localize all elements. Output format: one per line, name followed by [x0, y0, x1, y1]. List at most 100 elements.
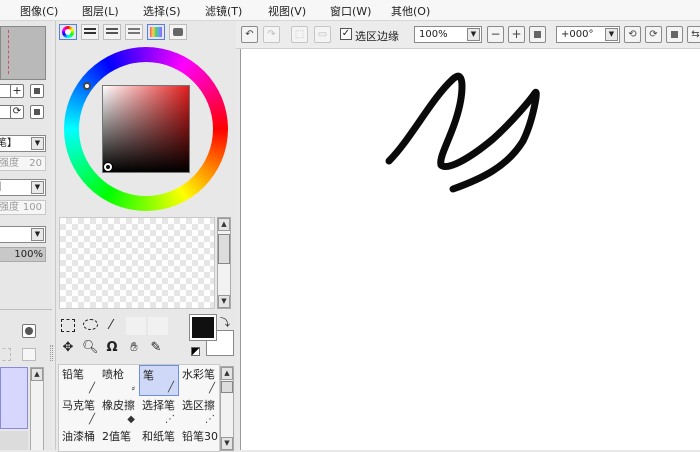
brush-cell-binary-pen[interactable]: 2值笔	[99, 427, 139, 451]
rgb-slider-tab[interactable]	[81, 24, 99, 40]
scroll-thumb[interactable]	[218, 234, 230, 264]
brush-cell-eraser[interactable]: 橡皮擦 ◆	[99, 396, 139, 427]
deselect-button[interactable]: ⬚	[291, 26, 308, 43]
chevron-down-icon: ▼	[31, 137, 44, 150]
eyedropper-icon[interactable]: ✎	[148, 340, 164, 356]
layer-thumbnail[interactable]	[0, 431, 28, 450]
brush-label: 铅笔30	[182, 430, 218, 443]
navigator-reset-button[interactable]	[30, 84, 44, 98]
zoom-combo[interactable]: 100% ▼	[414, 26, 482, 43]
navigator-flip-button[interactable]	[30, 105, 44, 119]
menu-select[interactable]: 选择(S)	[143, 3, 181, 19]
zoom-in-button[interactable]: +	[10, 84, 24, 98]
brush-label: 铅笔	[62, 368, 84, 381]
brush-cell-pencil[interactable]: 铅笔 ╱	[59, 365, 99, 396]
scroll-up-icon[interactable]: ▲	[218, 218, 230, 231]
layer-opacity-slider[interactable]: 100%	[0, 247, 46, 262]
redo-button[interactable]: ↷	[263, 26, 280, 43]
scratchpad-icon	[173, 28, 183, 36]
scratchpad-scrollbar[interactable]: ▲ ▼	[217, 217, 231, 309]
selection-edge-checkbox[interactable]: ✓	[340, 28, 352, 40]
layer-list-scrollbar[interactable]: ▲	[30, 367, 44, 450]
rotation-reset-button[interactable]	[666, 26, 683, 43]
brush-label: 和纸笔	[142, 430, 175, 443]
drawing-canvas[interactable]	[240, 49, 700, 450]
swatches-tab[interactable]	[147, 24, 165, 40]
menu-view[interactable]: 视图(V)	[268, 3, 306, 19]
panel-splitter[interactable]	[50, 345, 53, 361]
color-panel: ▲ ▼ ⁄ ✥ 🔍︎ Ω ✋︎ ✎ ⤵ 铅笔 ╱ 喷枪 ⸗ 笔 ╱ 水彩笔 ╱	[55, 21, 236, 452]
hsv-sliders-icon	[106, 28, 118, 36]
eraser-icon: ◆	[127, 414, 135, 425]
hue-picker-handle[interactable]	[83, 82, 91, 90]
move-icon[interactable]: ✥	[60, 340, 76, 356]
layer-mask-icon[interactable]	[0, 348, 11, 361]
rgb-sliders-icon	[84, 28, 96, 36]
menu-layer[interactable]: 图层(L)	[82, 3, 119, 19]
color-mixer-tab[interactable]	[125, 24, 143, 40]
select-eraser-icon: ⋰	[205, 414, 215, 425]
rect-select-icon[interactable]	[61, 319, 75, 332]
rotate-left-button[interactable]: ⟲	[624, 26, 641, 43]
blend-combo-2[interactable]: 】 ▼	[0, 179, 46, 196]
brush-cell-airbrush[interactable]: 喷枪 ⸗	[99, 365, 139, 396]
opacity-value: 100%	[14, 249, 43, 260]
rotation-combo[interactable]: +000° ▼	[556, 26, 620, 43]
rotate-right-button[interactable]: ⟳	[645, 26, 662, 43]
layer-copy-icon[interactable]	[22, 348, 36, 361]
brush-cell-pencil30[interactable]: 铅笔30	[179, 427, 219, 451]
brush-cell-marker[interactable]: 马克笔 ╱	[59, 396, 99, 427]
brush-cell-select-eraser[interactable]: 选区擦 ⋰	[179, 396, 219, 427]
scroll-up-icon[interactable]: ▲	[221, 367, 233, 380]
new-layer-button[interactable]	[22, 324, 36, 338]
zoom-icon[interactable]: 🔍︎	[82, 340, 99, 356]
brush-cell-washi-pen[interactable]: 和纸笔	[139, 427, 179, 451]
zoom-out-button[interactable]: −	[487, 26, 504, 43]
hsv-slider-tab[interactable]	[103, 24, 121, 40]
blend-combo-1[interactable]: 笔】 ▼	[0, 135, 46, 152]
layer-thumbnail-selected[interactable]	[0, 367, 28, 429]
saturation-value-square[interactable]	[102, 85, 190, 173]
scroll-thumb[interactable]	[221, 381, 233, 393]
primary-color-swatch[interactable]	[189, 314, 217, 341]
brush-cell-watercolor[interactable]: 水彩笔 ╱	[179, 365, 219, 396]
hand-icon[interactable]: ✋︎	[126, 340, 142, 356]
brush-cell-pen[interactable]: 笔 ╱	[139, 365, 179, 396]
stop-icon	[34, 88, 40, 94]
pencil-icon: ╱	[88, 383, 95, 394]
brush-palette-scrollbar[interactable]: ▲ ▼	[220, 366, 234, 451]
scroll-down-icon[interactable]: ▼	[218, 295, 230, 308]
brush-cell-bucket[interactable]: 油漆桶	[59, 427, 99, 451]
marker-icon: ╱	[88, 414, 95, 425]
brush-label: 水彩笔	[182, 368, 215, 381]
layer-blend-mode-combo[interactable]: ▼	[0, 226, 46, 243]
rotate-icon[interactable]: Ω	[104, 340, 120, 356]
swap-colors-icon[interactable]: ⤵	[220, 314, 230, 329]
scratchpad-area[interactable]	[59, 217, 215, 309]
scroll-down-icon[interactable]: ▼	[221, 437, 233, 450]
magic-wand-icon[interactable]: ⁄	[103, 318, 119, 334]
navigator-preview[interactable]	[0, 26, 46, 80]
reset-colors-icon[interactable]	[191, 347, 200, 356]
brush-label: 喷枪	[102, 368, 124, 381]
chevron-down-icon: ▼	[31, 228, 44, 241]
menu-other[interactable]: 其他(O)	[391, 3, 430, 19]
scratchpad-tab[interactable]	[169, 24, 187, 40]
flip-view-button[interactable]: ⇆	[687, 26, 700, 43]
menu-window[interactable]: 窗口(W)	[330, 3, 371, 19]
strength-slider-1[interactable]: 强度 20	[0, 156, 46, 171]
menu-filter[interactable]: 滤镜(T)	[205, 3, 242, 19]
undo-button[interactable]: ↶	[241, 26, 258, 43]
sv-picker-handle[interactable]	[104, 163, 112, 171]
color-wheel-tab[interactable]	[59, 24, 77, 40]
zoom-in-button[interactable]: +	[508, 26, 525, 43]
scroll-up-icon[interactable]: ▲	[31, 368, 43, 381]
invert-selection-button[interactable]: ▭	[314, 26, 331, 43]
rotate-reset-icon[interactable]: ⟳	[10, 105, 24, 119]
strength-slider-2[interactable]: 强度 100	[0, 200, 46, 215]
menu-image[interactable]: 图像(C)	[20, 3, 58, 19]
lasso-icon[interactable]	[83, 319, 98, 330]
select-pen-icon: ⋰	[165, 414, 175, 425]
brush-cell-select-pen[interactable]: 选择笔 ⋰	[139, 396, 179, 427]
zoom-reset-button[interactable]	[529, 26, 546, 43]
